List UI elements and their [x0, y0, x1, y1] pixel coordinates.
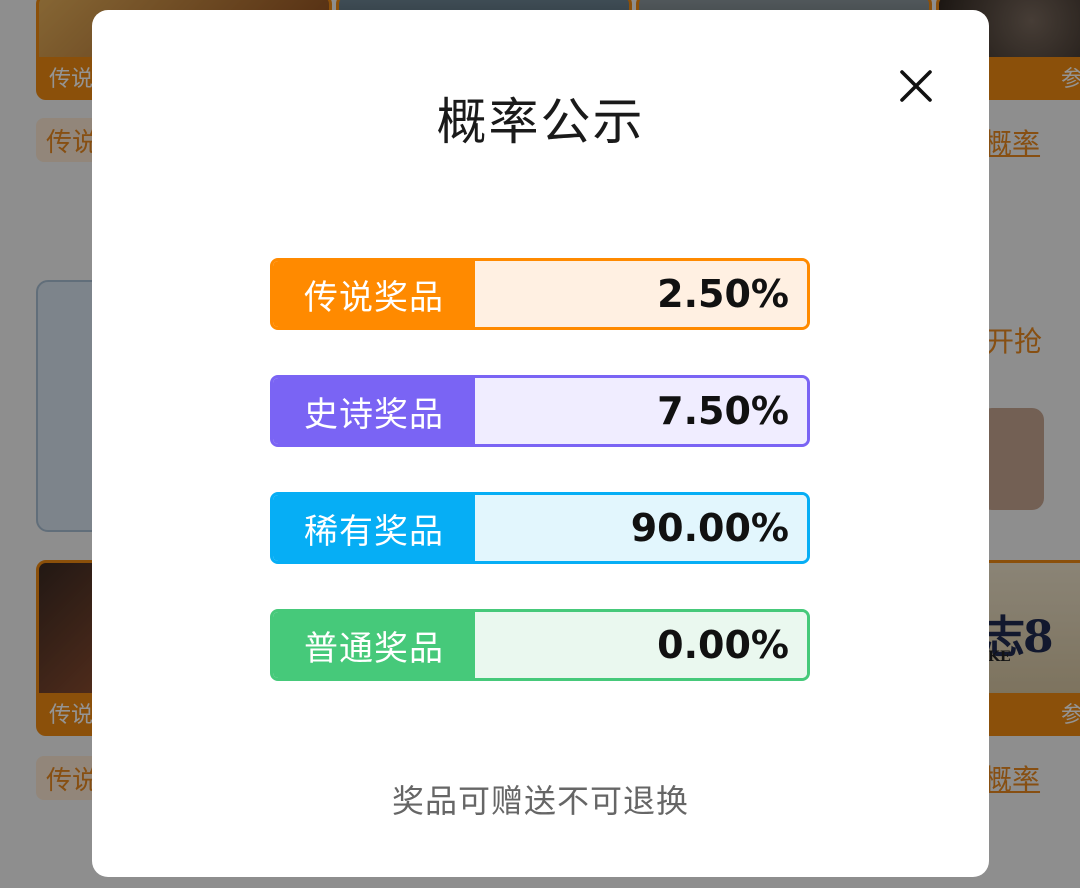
page: 传说 参 传说 概率 开抢 传说 国志8 REMAKE 参: [0, 0, 1080, 888]
probability-dialog: 概率公示 传说奖品 2.50% 史诗奖品 7.50% 稀有奖品 90.00% 普…: [92, 10, 989, 877]
close-button[interactable]: [890, 60, 942, 112]
row-value: 2.50%: [475, 261, 807, 327]
probability-row-common: 普通奖品 0.00%: [270, 609, 810, 681]
footer-note: 奖品可赠送不可退换: [391, 782, 689, 820]
row-label: 普通奖品: [273, 612, 475, 678]
row-value: 0.00%: [475, 612, 807, 678]
close-icon: [900, 70, 932, 102]
probability-row-legendary: 传说奖品 2.50%: [270, 258, 810, 330]
row-value: 90.00%: [475, 495, 807, 561]
row-label: 传说奖品: [273, 261, 475, 327]
probability-row-rare: 稀有奖品 90.00%: [270, 492, 810, 564]
row-label: 史诗奖品: [273, 378, 475, 444]
row-value: 7.50%: [475, 378, 807, 444]
probability-row-epic: 史诗奖品 7.50%: [270, 375, 810, 447]
dialog-title: 概率公示: [436, 93, 645, 151]
row-label: 稀有奖品: [273, 495, 475, 561]
